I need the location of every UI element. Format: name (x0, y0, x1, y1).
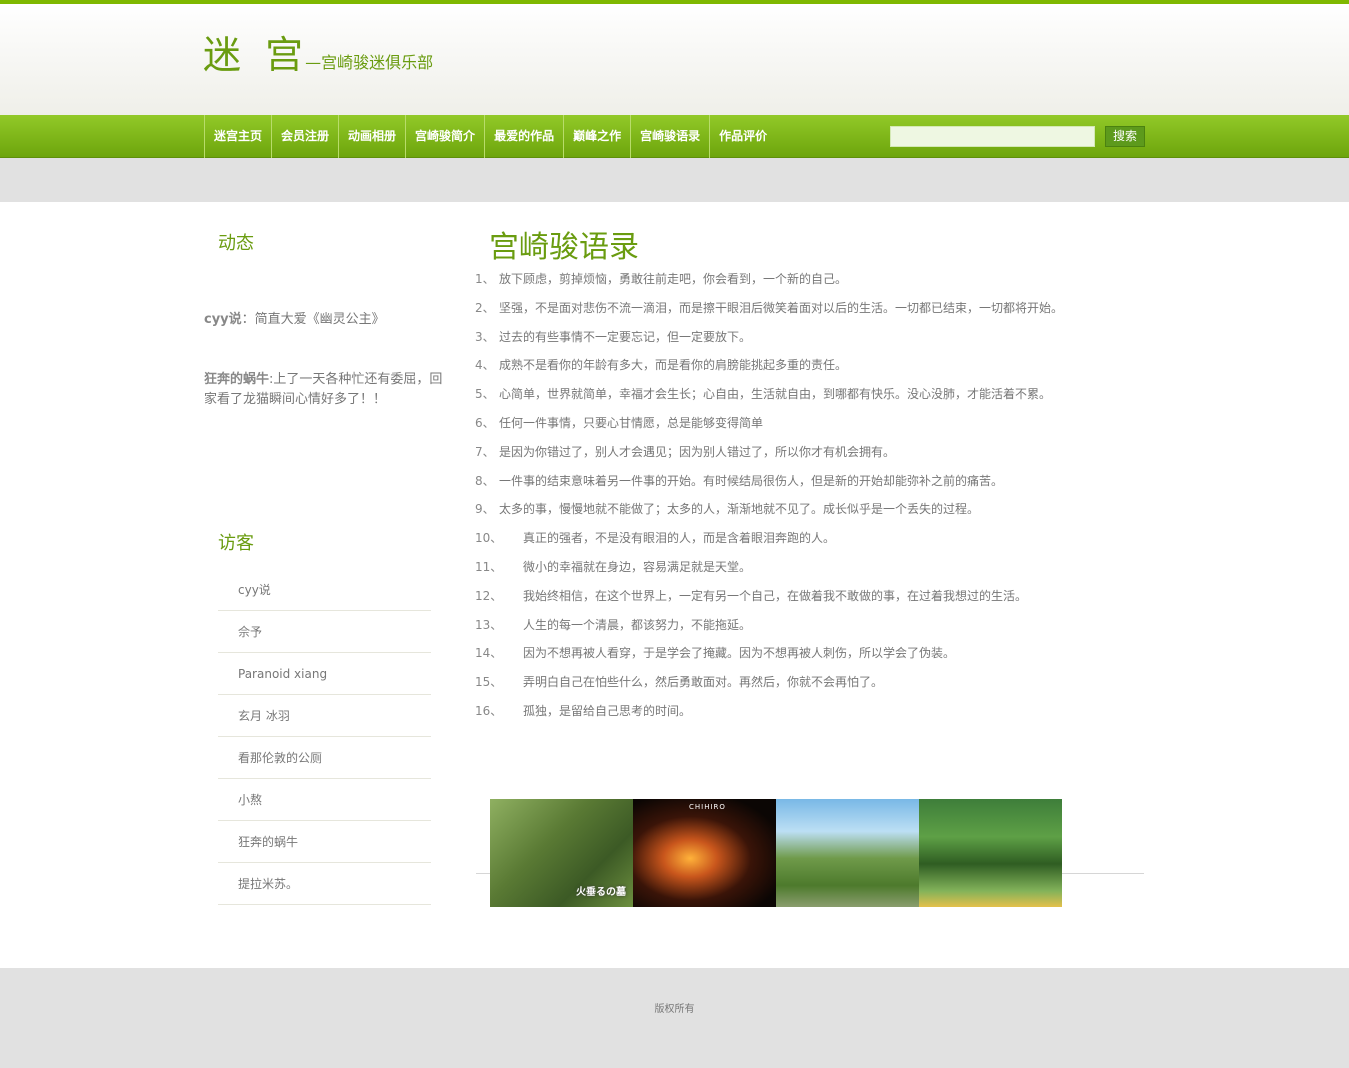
site-footer: 版权所有 (0, 968, 1349, 1068)
image-gallery: 火垂るの墓 CHIHIRO (490, 799, 1062, 907)
quote-item: 4、 成熟不是看你的年龄有多大，而是看你的肩膀能挑起多重的责任。 (475, 351, 1155, 380)
visitor-item[interactable]: Paranoid xiang (218, 653, 431, 695)
quote-item: 10、 真正的强者，不是没有眼泪的人，而是含着眼泪奔跑的人。 (475, 524, 1155, 553)
quote-text: 真正的强者，不是没有眼泪的人，而是含着眼泪奔跑的人。 (523, 531, 836, 546)
nav-list: 迷宫主页 会员注册 动画相册 宫崎骏简介 最爱的作品 巅峰之作 宫崎骏语录 作品评价 (204, 115, 776, 158)
quote-text: 任何一件事情，只要心甘情愿，总是能够变得简单 (499, 415, 764, 430)
quote-text: 心简单，世界就简单，幸福才会生长；心自由，生活就自由，到哪都有快乐。没心没肺，才… (499, 387, 1052, 402)
quote-item: 15、 弄明白自己在怕些什么，然后勇敢面对。再然后，你就不会再怕了。 (475, 668, 1155, 697)
quote-number: 3、 (475, 329, 495, 344)
quote-item: 16、 孤独，是留给自己思考的时间。 (475, 697, 1155, 726)
quote-item: 12、 我始终相信，在这个世界上，一定有另一个自己，在做着我不敢做的事，在过着我想… (475, 582, 1155, 611)
thumb-caption: 火垂るの墓 (576, 887, 626, 898)
feed-text: 简直大爱《幽灵公主》 (254, 312, 385, 327)
quote-item: 8、 一件事的结束意味着另一件事的开始。有时候结局很伤人，但是新的开始却能弥补之前… (475, 467, 1155, 496)
gallery-image-green-house[interactable] (919, 799, 1062, 907)
feed-user[interactable]: 狂奔的蜗牛 (204, 372, 269, 387)
quote-number: 8、 (475, 473, 495, 488)
visitor-item[interactable]: cyy说 (218, 569, 431, 611)
quote-text: 弄明白自己在怕些什么，然后勇敢面对。再然后，你就不会再怕了。 (523, 675, 884, 690)
feed-separator: ： (241, 312, 255, 327)
quote-text: 坚强，不是面对悲伤不流一滴泪，而是擦干眼泪后微笑着面对以后的生活。一切都已结束，… (499, 300, 1064, 315)
feed-item: 狂奔的蜗牛:上了一天各种忙还有委屈，回家看了龙猫瞬间心情好多了！！ (204, 370, 454, 410)
feed-user[interactable]: cyy说 (204, 312, 242, 327)
visitor-item[interactable]: 提拉米苏。 (218, 863, 431, 905)
quote-item: 13、 人生的每一个清晨，都该努力，不能拖延。 (475, 611, 1155, 640)
quote-text: 是因为你错过了，别人才会遇见；因为别人错过了，所以你才有机会拥有。 (499, 444, 896, 459)
visitor-item[interactable]: 佘予 (218, 611, 431, 653)
quote-text: 因为不想再被人看穿，于是学会了掩藏。因为不想再被人刺伤，所以学会了伪装。 (523, 646, 956, 661)
quote-number: 15、 (475, 675, 503, 690)
quote-list: 1、 放下顾虑，剪掉烦恼，勇敢往前走吧，你会看到，一个新的自己。 2、 坚强，不是面对… (475, 265, 1155, 726)
quote-text: 人生的每一个清晨，都该努力，不能拖延。 (523, 617, 752, 632)
quote-number: 4、 (475, 358, 495, 373)
nav-item[interactable]: 宫崎骏简介 (405, 115, 484, 158)
feed-item: cyy说：简直大爱《幽灵公主》 (204, 310, 454, 330)
news-heading: 动态 (218, 233, 254, 254)
quote-text: 孤独，是留给自己思考的时间。 (523, 703, 692, 718)
quote-number: 10、 (475, 531, 503, 546)
quote-number: 13、 (475, 617, 503, 632)
quote-number: 7、 (475, 444, 495, 459)
quote-text: 放下顾虑，剪掉烦恼，勇敢往前走吧，你会看到，一个新的自己。 (499, 272, 848, 286)
quote-item: 2、 坚强，不是面对悲伤不流一滴泪，而是擦干眼泪后微笑着面对以后的生活。一切都已结… (475, 294, 1155, 323)
nav-item[interactable]: 动画相册 (338, 115, 405, 158)
logo-subtitle: —宫崎骏迷俱乐部 (305, 53, 434, 72)
site-logo[interactable]: 迷 宫—宫崎骏迷俱乐部 (203, 24, 433, 79)
search-input[interactable] (890, 126, 1095, 147)
quote-number: 12、 (475, 588, 503, 603)
visitor-item[interactable]: 小熬 (218, 779, 431, 821)
quote-text: 微小的幸福就在身边，容易满足就是天堂。 (523, 559, 752, 574)
quote-number: 9、 (475, 502, 495, 517)
quote-item: 14、 因为不想再被人看穿，于是学会了掩藏。因为不想再被人刺伤，所以学会了伪装。 (475, 639, 1155, 668)
copyright-text: 版权所有 (654, 1004, 695, 1015)
gallery-image-tree-landscape[interactable] (776, 799, 919, 907)
quote-text: 过去的有些事情不一定要忘记，但一定要放下。 (499, 329, 752, 344)
nav-item[interactable]: 巅峰之作 (563, 115, 630, 158)
visitor-item[interactable]: 看那伦敦的公厕 (218, 737, 431, 779)
quote-item: 6、 任何一件事情，只要心甘情愿，总是能够变得简单 (475, 409, 1155, 438)
quote-number: 1、 (475, 272, 495, 286)
site-header: 迷 宫—宫崎骏迷俱乐部 (0, 4, 1349, 115)
quote-item: 1、 放下顾虑，剪掉烦恼，勇敢往前走吧，你会看到，一个新的自己。 (475, 265, 1155, 294)
nav-item[interactable]: 宫崎骏语录 (630, 115, 709, 158)
quote-text: 成熟不是看你的年龄有多大，而是看你的肩膀能挑起多重的责任。 (499, 358, 848, 373)
nav-item[interactable]: 最爱的作品 (484, 115, 563, 158)
quote-item: 7、 是因为你错过了，别人才会遇见；因为别人错过了，所以你才有机会拥有。 (475, 438, 1155, 467)
gallery-image-spirited-away[interactable]: CHIHIRO (633, 799, 776, 907)
quote-item: 5、 心简单，世界就简单，幸福才会生长；心自由，生活就自由，到哪都有快乐。没心没肺… (475, 380, 1155, 409)
gallery-image-grave-of-fireflies[interactable]: 火垂るの墓 (490, 799, 633, 907)
visitor-item[interactable]: 玄月 冰羽 (218, 695, 431, 737)
quote-number: 11、 (475, 559, 503, 574)
visitor-item[interactable]: 狂奔的蜗牛 (218, 821, 431, 863)
quote-text: 一件事的结束意味着另一件事的开始。有时候结局很伤人，但是新的开始却能弥补之前的痛… (499, 473, 1004, 488)
visitors-heading: 访客 (218, 533, 254, 554)
quote-number: 14、 (475, 646, 503, 661)
quote-number: 2、 (475, 300, 495, 315)
visitor-list: cyy说 佘予 Paranoid xiang 玄月 冰羽 看那伦敦的公厕 小熬 狂奔的蜗牛提… (218, 569, 431, 905)
nav-item[interactable]: 迷宫主页 (204, 115, 271, 158)
quote-item: 11、 微小的幸福就在身边，容易满足就是天堂。 (475, 553, 1155, 582)
thumb-title: CHIHIRO (689, 803, 726, 811)
page-title: 宫崎骏语录 (489, 230, 639, 265)
quote-item: 3、 过去的有些事情不一定要忘记，但一定要放下。 (475, 323, 1155, 352)
quote-number: 6、 (475, 415, 495, 430)
gray-band (0, 158, 1349, 202)
quote-text: 我始终相信，在这个世界上，一定有另一个自己，在做着我不敢做的事，在过着我想过的生… (523, 588, 1028, 603)
search-button[interactable]: 搜索 (1105, 126, 1145, 147)
quote-number: 16、 (475, 703, 503, 718)
logo-title: 迷 宫 (203, 33, 310, 77)
main-nav: 迷宫主页 会员注册 动画相册 宫崎骏简介 最爱的作品 巅峰之作 宫崎骏语录 作品评价 (0, 115, 1349, 158)
nav-item[interactable]: 会员注册 (271, 115, 338, 158)
nav-item[interactable]: 作品评价 (709, 115, 776, 158)
quote-item: 9、 太多的事，慢慢地就不能做了；太多的人，渐渐地就不见了。成长似乎是一个丢失的过… (475, 495, 1155, 524)
quote-text: 太多的事，慢慢地就不能做了；太多的人，渐渐地就不见了。成长似乎是一个丢失的过程。 (499, 502, 980, 517)
quote-number: 5、 (475, 387, 495, 402)
